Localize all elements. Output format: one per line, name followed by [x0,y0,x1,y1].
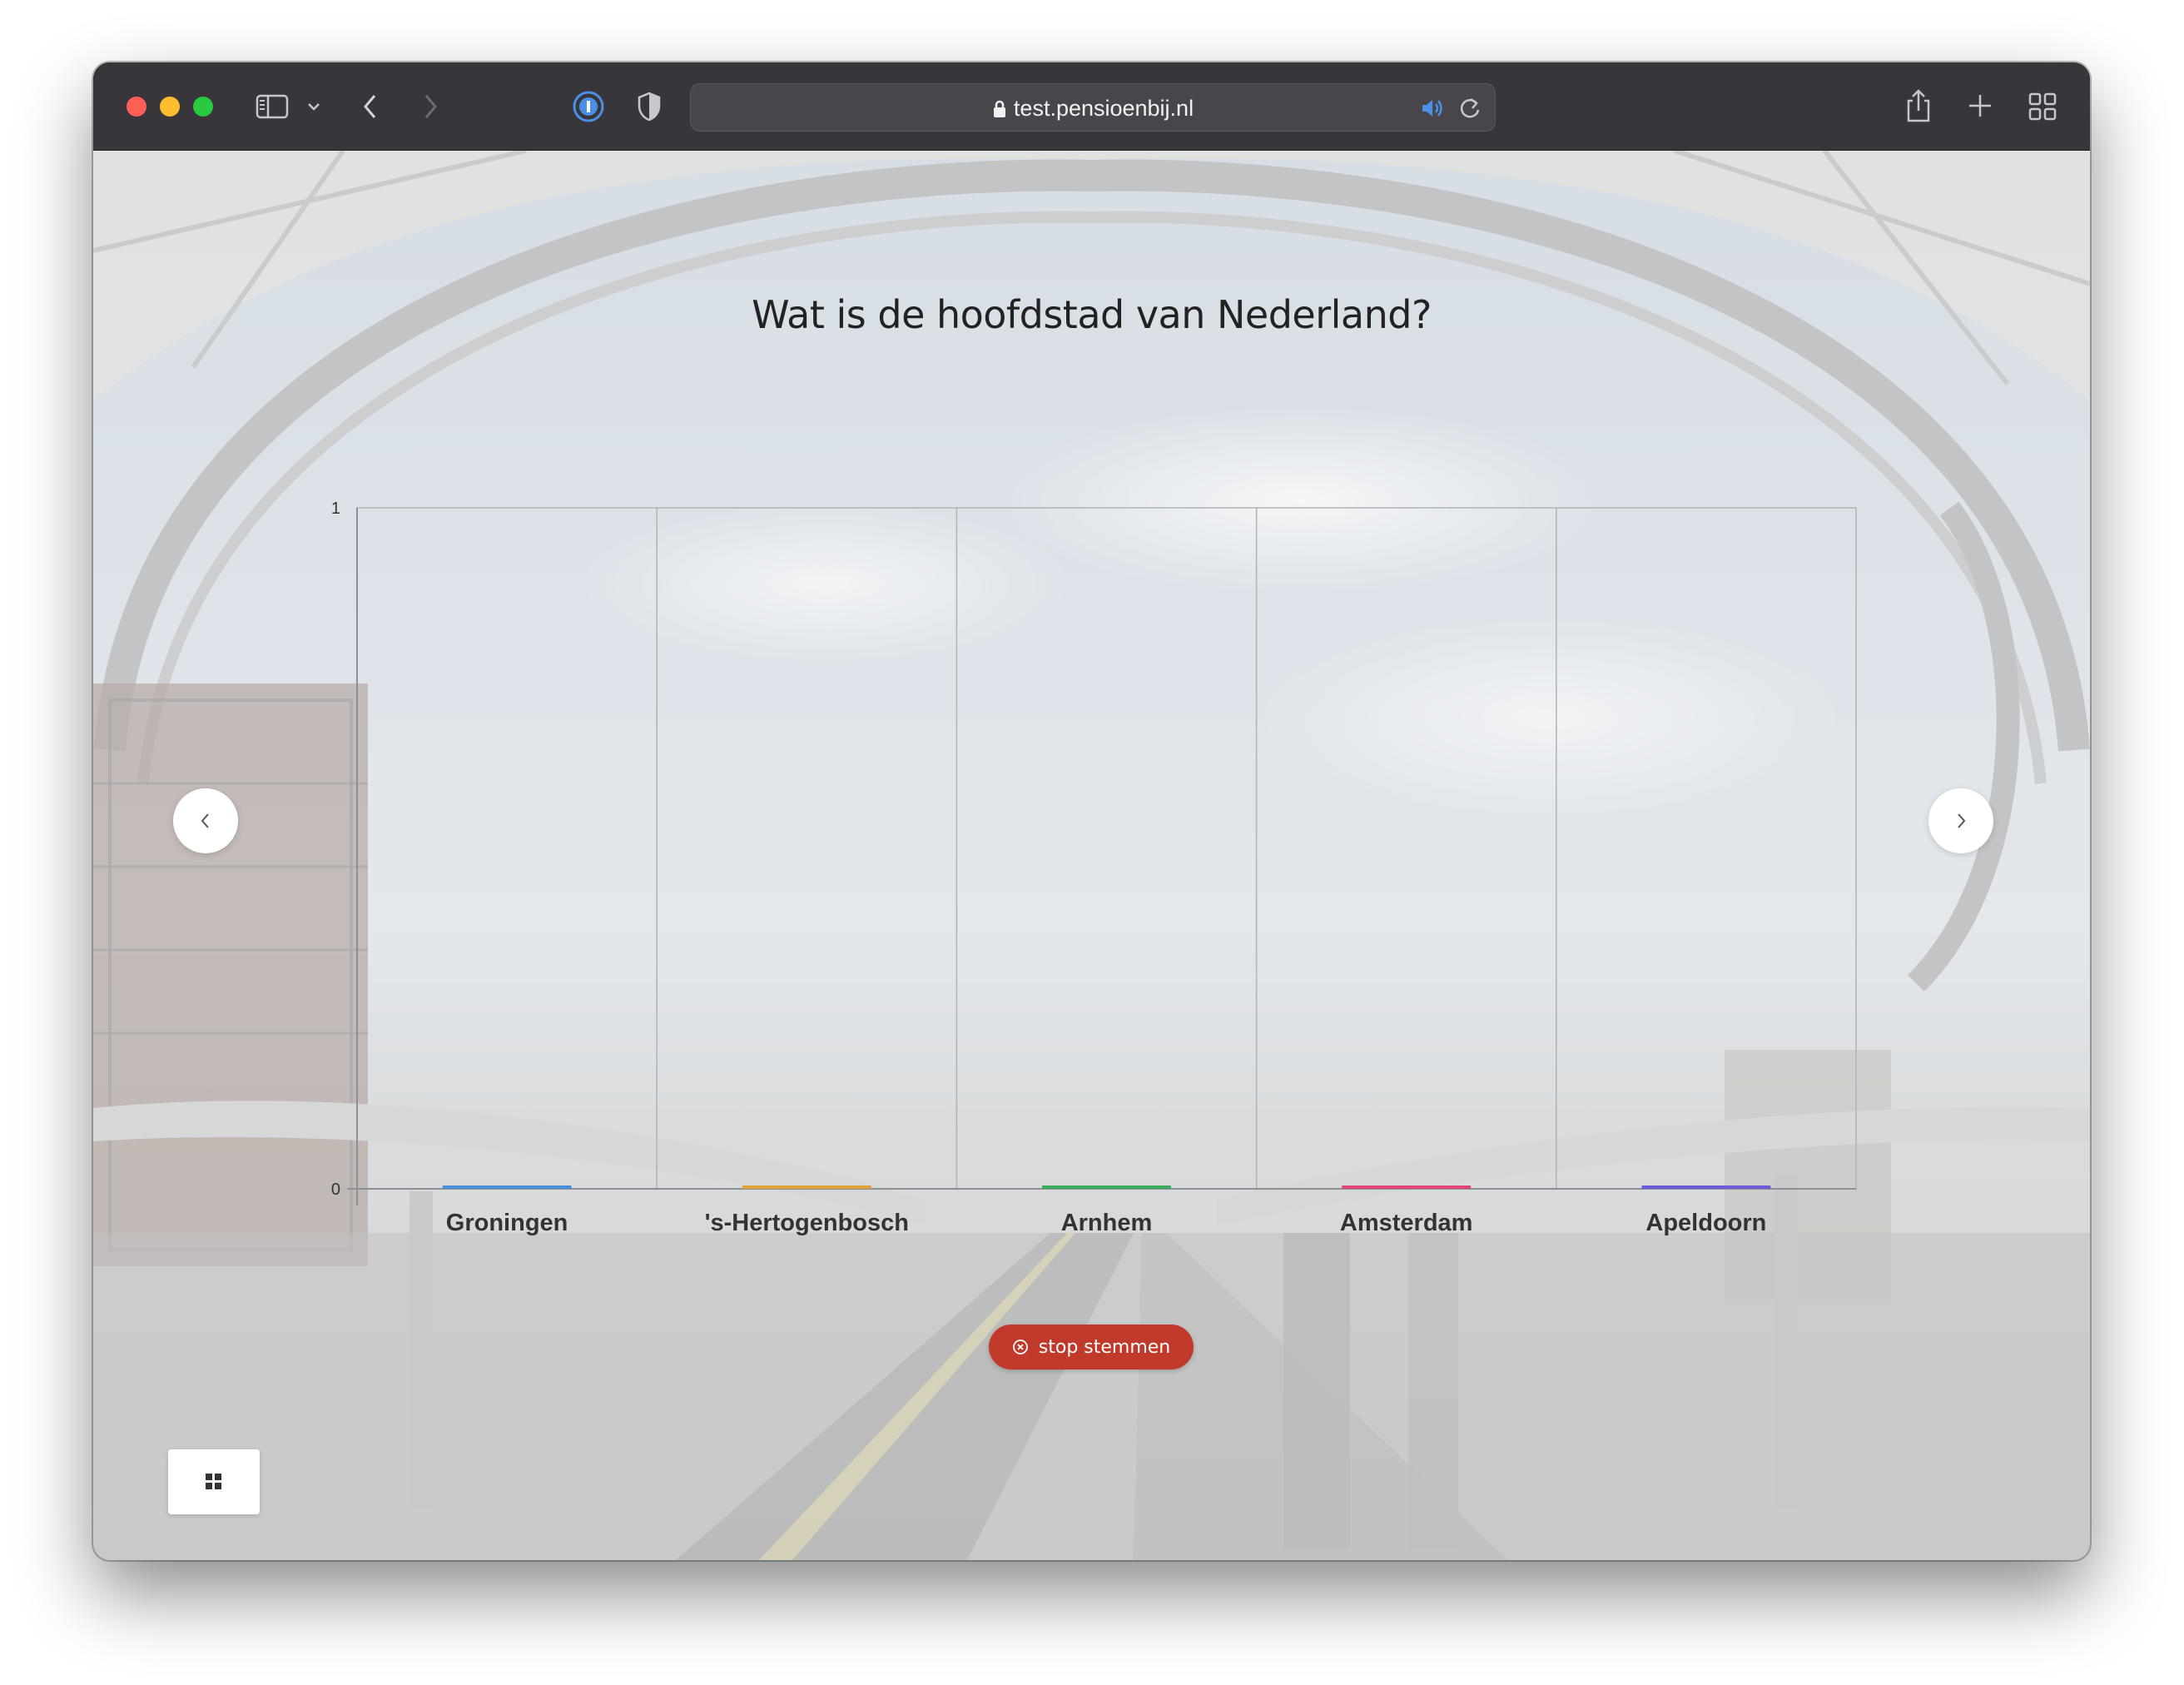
category-label: 's-Hertogenbosch [705,1210,909,1236]
url-text: test.pensioenbij.nl [1013,96,1194,121]
stop-voting-button[interactable]: stop stemmen [989,1325,1194,1369]
category-label: Amsterdam [1340,1210,1473,1236]
close-circle-icon [1012,1340,1028,1354]
minimize-window-button[interactable] [160,97,180,117]
chevron-left-icon[interactable] [361,92,380,121]
lock-icon [992,96,1014,121]
shield-icon[interactable] [636,91,663,122]
chevron-left-icon [201,813,209,828]
presentation-slide: Wat is de hoofdstad van Nederland? 0 1 Gro… [93,151,2090,1560]
chevron-right-icon[interactable] [421,92,439,121]
grid-icon [206,1474,221,1489]
tab-overview-icon[interactable] [2028,92,2057,121]
previous-slide-button[interactable] [173,788,238,853]
y-tick-label: 0 [331,1180,340,1199]
chevron-down-icon[interactable] [306,101,321,112]
bar [742,1185,871,1189]
y-tick-label: 1 [331,500,340,518]
bar [442,1185,572,1189]
overview-button[interactable] [168,1449,260,1514]
category-label: Groningen [446,1210,568,1236]
url-display: test.pensioenbij.nl [691,96,1495,122]
share-icon[interactable] [1904,87,1933,124]
bar [1342,1185,1472,1189]
close-window-button[interactable] [127,97,146,117]
sidebar-icon[interactable] [256,94,289,119]
address-bar[interactable]: test.pensioenbij.nl [690,83,1496,132]
next-slide-button[interactable] [1928,788,1993,853]
stop-voting-label: stop stemmen [1038,1336,1171,1358]
category-label: Apeldoorn [1645,1210,1766,1236]
zoom-window-button[interactable] [193,97,213,117]
plus-icon[interactable] [1967,92,1993,119]
category-label: Arnhem [1061,1210,1153,1236]
browser-toolbar: test.pensioenbij.nl [93,62,2090,151]
chevron-right-icon [1958,813,1966,828]
browser-window: test.pensioenbij.nl Wat is de hoofdstad … [93,62,2090,1560]
password-manager-icon[interactable] [572,90,605,123]
bar [1641,1185,1771,1189]
speaker-icon[interactable] [1420,97,1445,119]
bar [1042,1185,1171,1189]
plot-area [356,507,1857,1190]
reload-icon[interactable] [1458,96,1482,121]
